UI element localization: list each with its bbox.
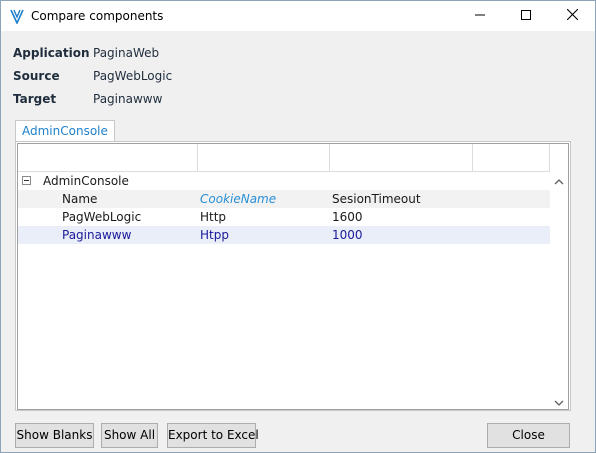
column-sesiontimeout-header: SesionTimeout: [332, 192, 421, 206]
tab-adminconsole[interactable]: AdminConsole: [15, 120, 115, 142]
target-label: Target: [13, 92, 57, 106]
vertical-scrollbar[interactable]: [550, 172, 568, 409]
collapse-icon[interactable]: [22, 176, 31, 185]
cell-sesiontimeout: 1000: [332, 228, 363, 242]
cell-cookiename: Http: [200, 210, 227, 224]
table-row-column-names[interactable]: Name CookieName SesionTimeout: [18, 190, 550, 208]
column-name-header: Name: [62, 192, 98, 206]
source-label: Source: [13, 69, 60, 83]
grid-header-col[interactable]: [18, 144, 198, 172]
grid-header-col[interactable]: [330, 144, 473, 172]
chevron-down-icon[interactable]: [554, 397, 564, 407]
title-bar[interactable]: Compare components: [1, 1, 595, 31]
show-blanks-button[interactable]: Show Blanks: [15, 423, 94, 448]
cell-sesiontimeout: 1600: [332, 210, 363, 224]
application-label: Application: [13, 46, 90, 60]
group-row-adminconsole[interactable]: AdminConsole: [18, 172, 550, 190]
cell-name: PagWebLogic: [62, 210, 142, 224]
table-row[interactable]: PagWebLogic Http 1600: [18, 208, 550, 226]
grid-header-col[interactable]: [198, 144, 330, 172]
component-tabstrip: AdminConsole: [15, 120, 571, 142]
compare-components-window: Compare components Application PaginaWeb…: [0, 0, 596, 453]
export-to-excel-button[interactable]: Export to Excel: [167, 423, 259, 448]
close-icon: [566, 8, 578, 23]
cell-name: Paginawww: [62, 228, 132, 242]
source-value: PagWebLogic: [93, 69, 173, 83]
minimize-button[interactable]: [457, 1, 503, 31]
maximize-button[interactable]: [503, 1, 549, 31]
chevron-up-icon[interactable]: [554, 176, 564, 186]
app-logo-icon: [10, 9, 24, 25]
target-value: Paginawww: [93, 92, 163, 106]
application-value: PaginaWeb: [93, 46, 160, 60]
minimize-icon: [475, 9, 485, 23]
grid-header-col[interactable]: [473, 144, 550, 172]
maximize-icon: [521, 9, 531, 23]
table-row[interactable]: Paginawww Htpp 1000: [18, 226, 550, 244]
cell-cookiename: Htpp: [200, 228, 229, 242]
close-window-button[interactable]: [549, 1, 595, 31]
show-all-button[interactable]: Show All: [101, 423, 158, 448]
grid-header: [18, 144, 550, 172]
group-label: AdminConsole: [43, 174, 129, 188]
close-button[interactable]: Close: [487, 423, 570, 448]
window-title: Compare components: [31, 9, 164, 23]
column-cookiename-header: CookieName: [200, 192, 277, 206]
compare-grid: AdminConsole Name CookieName SesionTimeo…: [17, 143, 569, 410]
tab-panel: AdminConsole Name CookieName SesionTimeo…: [15, 141, 571, 411]
dialog-content: Application PaginaWeb Source PagWebLogic…: [1, 31, 595, 452]
